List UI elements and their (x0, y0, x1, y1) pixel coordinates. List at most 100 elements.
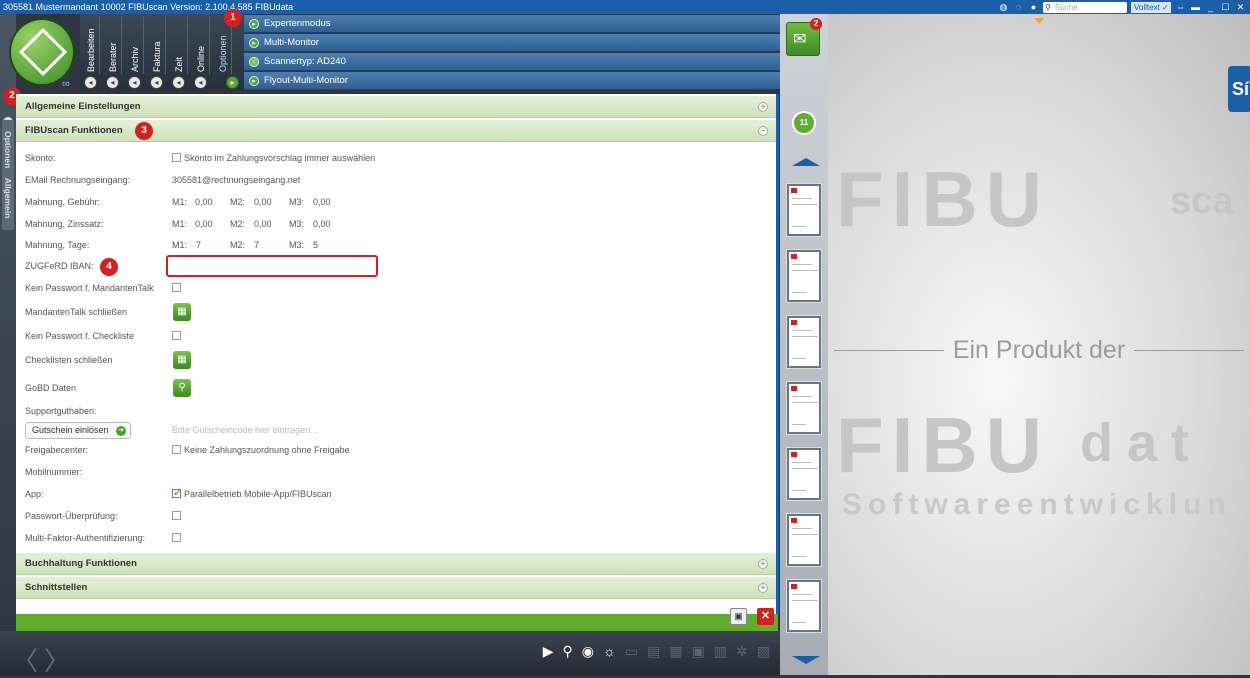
user-icon[interactable]: ● (1028, 2, 1039, 12)
menu-item-label: Flyout-Multi-Monitor (264, 75, 348, 86)
zugferd-iban-label: ZUGFeRD IBAN: (25, 261, 94, 271)
document-thumbnail[interactable] (787, 184, 821, 236)
side-tabs[interactable]: Optionen Allgemein (2, 120, 14, 230)
section-allgemeine-einstellungen[interactable]: Allgemeine Einstellungen + (16, 96, 776, 118)
chat-icon[interactable]: ◌ (1013, 2, 1024, 12)
sun-icon[interactable]: ☼ (603, 643, 616, 660)
tab-faktura[interactable]: Faktura (148, 16, 166, 74)
tab-zeit[interactable]: Zeit (170, 16, 188, 74)
eye-icon[interactable]: ◉ (582, 643, 594, 660)
email-value: 305581@rechnungseingang.net (172, 175, 301, 185)
monitor-icon[interactable]: ▭ (625, 643, 638, 660)
layout-icon[interactable]: ▧ (757, 643, 770, 660)
mfa-checkbox[interactable] (172, 533, 181, 542)
section-schnittstellen[interactable]: Schnittstellen + (16, 577, 776, 599)
window-mode-icon[interactable]: ▬ (1190, 2, 1201, 12)
document-thumbnail[interactable] (787, 382, 821, 434)
app-parallelbetrieb-checkbox[interactable]: ✓ (172, 488, 182, 499)
zins-m1-field[interactable]: 0,00 (195, 219, 213, 229)
zugferd-iban-input[interactable] (166, 255, 378, 277)
video-icon[interactable]: ▶ (543, 643, 554, 660)
gebuehr-m3-field[interactable]: 0,00 (313, 197, 331, 207)
zins-m3-field[interactable]: 0,00 (313, 219, 331, 229)
freigabe-checkbox[interactable] (172, 445, 181, 454)
nav-forward-icon[interactable]: 〉 (44, 641, 70, 678)
tab-berater[interactable]: Berater (104, 16, 122, 74)
section-buchhaltung-funktionen[interactable]: Buchhaltung Funktionen + (16, 553, 776, 575)
document-thumbnail[interactable] (787, 514, 821, 566)
tab-online-expand-icon[interactable]: ◂ (194, 76, 207, 89)
gutscheincode-input[interactable]: Bitte Gutscheincode hier eintragen... (172, 425, 318, 435)
app-parallelbetrieb-label: Parallelbetrieb Mobile-App/FIBUscan (184, 489, 332, 499)
document-thumbnail[interactable] (787, 448, 821, 500)
document-thumbnail[interactable] (787, 316, 821, 368)
tab-archiv-expand-icon[interactable]: ◂ (128, 76, 141, 89)
document-icon[interactable]: ▤ (647, 643, 660, 660)
kein-passwort-mandantentalk-checkbox[interactable] (172, 283, 181, 292)
side-tab-allgemein[interactable]: Allgemein (3, 178, 13, 219)
document-thumbnail[interactable] (787, 580, 821, 632)
search-mode-select[interactable]: Volltext ✓ (1131, 1, 1171, 13)
tab-zeit-expand-icon[interactable]: ◂ (172, 76, 185, 89)
close-window-icon[interactable]: ✕ (1235, 2, 1246, 12)
app-logo[interactable] (9, 18, 75, 86)
gutschein-einloesen-button[interactable]: Gutschein einlösen ➜ (25, 422, 131, 439)
checklisten-schliessen-button[interactable]: ▦ (173, 351, 191, 369)
grid-icon[interactable]: ▦ (669, 643, 682, 660)
brand-fibuscan: FIBU (836, 155, 1050, 243)
minimize-icon[interactable]: _ (1205, 2, 1216, 12)
window-title: 305581 Mustermandant 10002 FIBUscan Vers… (3, 2, 294, 12)
gobd-search-button[interactable]: ⚲ (173, 379, 191, 397)
gebuehr-m2-field[interactable]: 0,00 (254, 197, 272, 207)
save-button[interactable]: ▣ (730, 608, 747, 625)
tab-archiv[interactable]: Archiv (126, 16, 144, 74)
menu-item-multi-monitor[interactable]: ▸ Multi-Monitor (244, 34, 780, 52)
menu-item-flyout-multi-monitor[interactable]: ▸ Flyout-Multi-Monitor (244, 72, 780, 90)
skonto-checkbox[interactable] (172, 153, 181, 162)
tage-m1-field[interactable]: 7 (196, 240, 201, 250)
maximize-icon[interactable]: ☐ (1220, 2, 1231, 12)
panel-scrollbar[interactable] (776, 94, 779, 614)
zins-m2-field[interactable]: 0,00 (254, 219, 272, 229)
location-icon[interactable]: ⚲ (563, 643, 573, 660)
corner-app-button[interactable]: Sí (1228, 66, 1250, 112)
box-icon[interactable]: ▣ (692, 643, 705, 660)
info-icon: i (249, 57, 259, 67)
nav-back-icon[interactable]: 〈 (12, 641, 38, 678)
section-fibuscan-funktionen[interactable]: FIBUscan Funktionen − (16, 120, 776, 142)
export-icon[interactable]: ▥ (714, 643, 727, 660)
m3-label: M3: (289, 219, 305, 229)
search-input[interactable]: ⚲ Suche (1043, 1, 1127, 13)
side-tab-optionen[interactable]: Optionen (3, 131, 13, 168)
tab-faktura-expand-icon[interactable]: ◂ (150, 76, 163, 89)
freigabecenter-label: Freigabecenter: (25, 445, 89, 455)
tab-online[interactable]: Online (192, 16, 210, 74)
document-thumbnail[interactable] (787, 250, 821, 302)
scroll-down-icon[interactable] (792, 656, 820, 664)
tage-m3-field[interactable]: 5 (313, 240, 318, 250)
play-icon: ▸ (249, 19, 259, 29)
expand-icon[interactable]: + (758, 583, 768, 593)
scroll-up-icon[interactable] (792, 158, 820, 166)
annotation-badge-4: 4 (100, 258, 118, 276)
swap-icon[interactable]: ⇔ (1175, 2, 1186, 12)
tage-m2-field[interactable]: 7 (254, 240, 259, 250)
expand-icon[interactable]: + (758, 102, 768, 112)
tab-optionen-expand-icon[interactable]: ▸ (226, 76, 239, 89)
collapse-icon[interactable]: − (758, 126, 768, 136)
mandantentalk-schliessen-button[interactable]: ▦ (173, 303, 191, 321)
tab-berater-expand-icon[interactable]: ◂ (106, 76, 119, 89)
tab-bearbeiten[interactable]: Bearbeiten (82, 16, 100, 74)
menu-item-scannertyp[interactable]: i Scannertyp: AD240 (244, 53, 780, 71)
expand-icon[interactable]: + (758, 559, 768, 569)
mandantentalk-schliessen-label: MandantenTalk schließen (25, 307, 128, 317)
kein-passwort-checkliste-checkbox[interactable] (172, 331, 181, 340)
menu-item-expertenmodus[interactable]: ▸ Expertenmodus (244, 15, 780, 33)
gebuehr-m1-field[interactable]: 0,00 (195, 197, 213, 207)
close-panel-button[interactable]: ✕ (757, 608, 774, 625)
annotation-badge-1: 1 (224, 9, 242, 27)
tab-bearbeiten-expand-icon[interactable]: ◂ (84, 76, 97, 89)
passwort-ueberpruefung-checkbox[interactable] (172, 511, 181, 520)
settings-icon[interactable]: ✲ (736, 643, 748, 660)
globe-icon[interactable]: ◍ (998, 2, 1009, 12)
